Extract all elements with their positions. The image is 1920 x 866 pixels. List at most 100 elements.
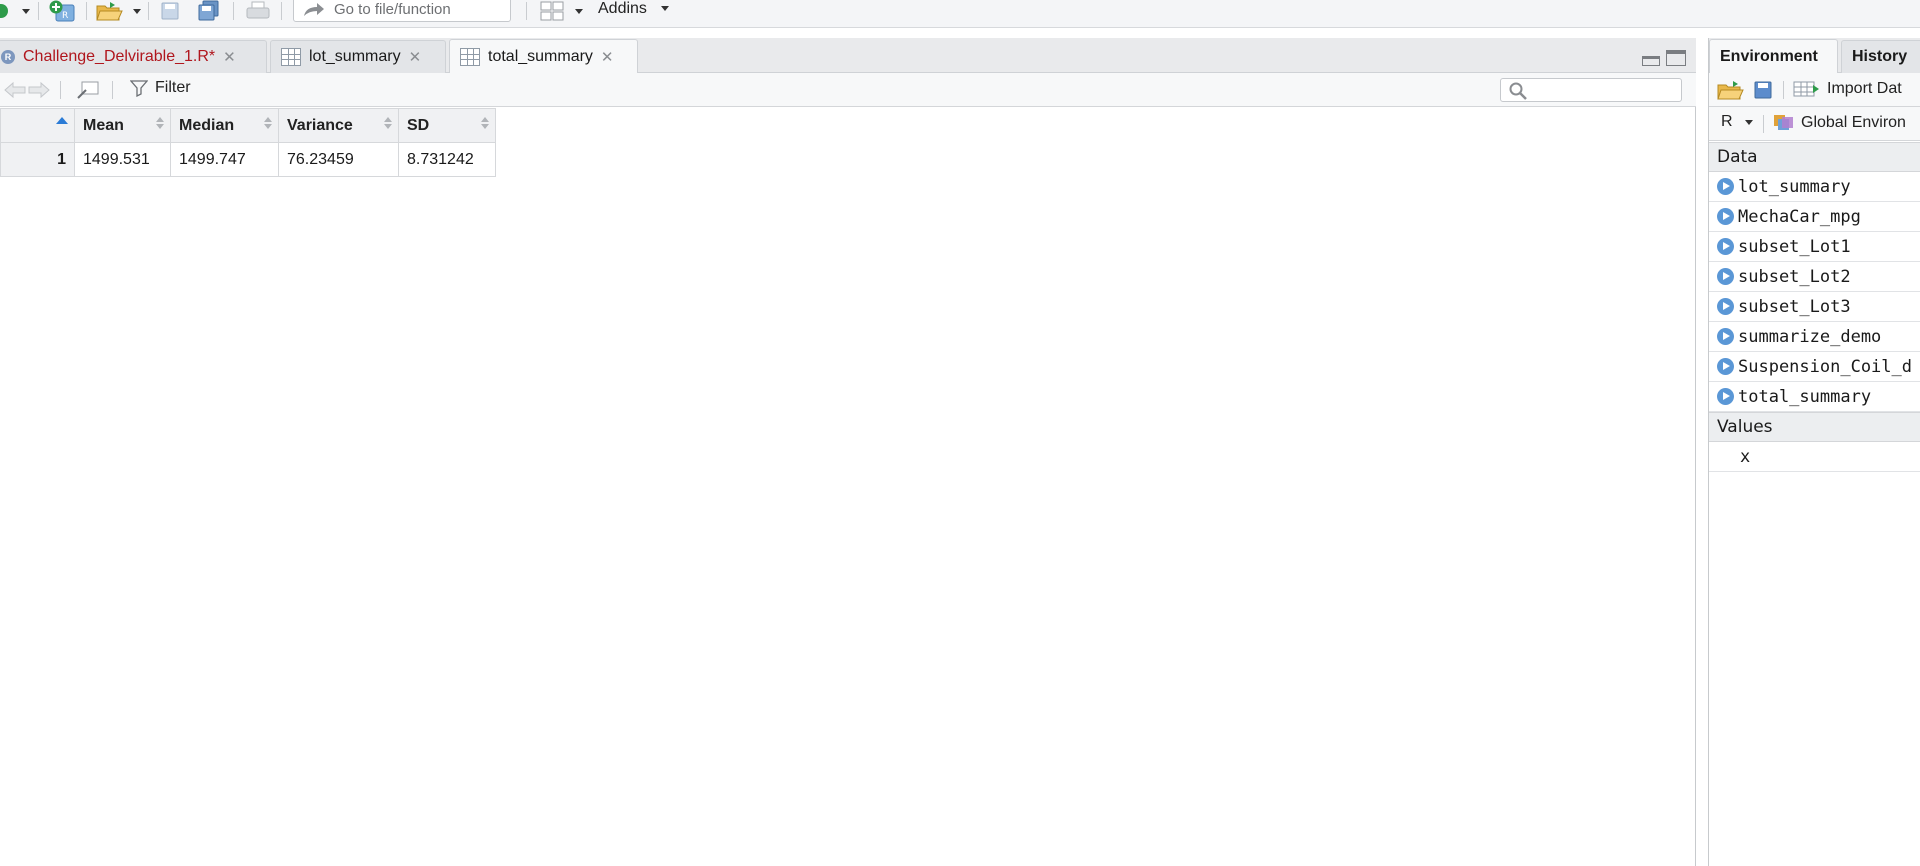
source-tab-bar: R Challenge_Delvirable_1.R* ✕ lot_summar… [0,38,1696,74]
table-cell[interactable]: 76.23459 [278,142,399,177]
addins-menu[interactable]: Addins [598,0,670,18]
expand-data-icon[interactable] [1717,298,1734,315]
close-icon[interactable]: ✕ [601,48,614,66]
values-section-header: Values [1709,412,1920,442]
table-search-input[interactable] [1500,78,1682,102]
save-all-icon [198,0,219,21]
data-section-header: Data [1709,142,1920,172]
chevron-down-icon [575,8,583,14]
tab-total-summary[interactable]: total_summary ✕ [449,39,638,74]
environment-data-item[interactable]: lot_summary [1709,172,1920,202]
expand-data-icon[interactable] [1717,328,1734,345]
environment-data-item[interactable]: total_summary [1709,382,1920,412]
environment-data-item[interactable]: subset_Lot1 [1709,232,1920,262]
open-file-button[interactable] [96,0,124,22]
environment-scope-dropdown[interactable]: Global Environ [1773,113,1906,133]
expand-data-icon[interactable] [1717,208,1734,225]
data-item-name: subset_Lot1 [1738,236,1851,257]
r-file-icon: R [1,50,15,64]
new-file-button[interactable] [0,0,8,22]
minimize-pane-icon[interactable] [1642,56,1660,66]
sort-icon [384,117,392,131]
toolbar-divider [281,2,282,20]
value-item-name: x [1740,446,1751,467]
tab-lot-summary[interactable]: lot_summary ✕ [270,40,446,73]
open-folder-icon [96,2,123,21]
environment-toolbar: Import Dat [1709,73,1920,107]
data-item-name: subset_Lot2 [1738,266,1851,287]
new-project-button[interactable]: R [48,0,78,22]
toolbar-divider [1783,81,1784,99]
tab-environment[interactable]: Environment [1709,39,1838,74]
table-cell[interactable]: 8.731242 [398,142,496,177]
back-arrow-icon[interactable] [4,81,26,99]
maximize-pane-icon[interactable] [1666,50,1686,66]
column-header[interactable]: Variance [278,108,399,143]
column-header[interactable]: SD [398,108,496,143]
table-cell[interactable]: 1499.531 [74,142,171,177]
column-label: Variance [287,116,353,134]
sort-icon [156,117,164,131]
tab-label: total_summary [488,48,593,65]
tab-label: lot_summary [309,48,401,65]
close-icon[interactable]: ✕ [223,48,236,66]
expand-data-icon[interactable] [1717,388,1734,405]
expand-data-icon[interactable] [1717,268,1734,285]
goto-file-function-input[interactable]: Go to file/function [293,0,511,22]
print-button[interactable] [246,0,270,22]
new-file-dropdown[interactable] [22,0,30,22]
layout-dropdown[interactable] [575,0,583,22]
tab-history[interactable]: History [1841,40,1920,73]
tab-label: Challenge_Delvirable_1.R* [23,48,216,65]
language-selector[interactable]: R [1721,113,1753,131]
save-workspace-icon[interactable] [1753,80,1773,100]
column-header[interactable]: Mean [74,108,171,143]
chevron-down-icon [22,8,30,14]
print-icon [246,1,270,19]
row-number-header[interactable] [0,108,75,143]
expand-data-icon[interactable] [1717,238,1734,255]
environment-data-item[interactable]: Suspension_Coil_d [1709,352,1920,382]
table-header-row: Mean Median Variance SD [0,108,496,143]
column-header[interactable]: Median [170,108,279,143]
save-button[interactable] [160,0,180,22]
environment-data-item[interactable]: subset_Lot3 [1709,292,1920,322]
expand-data-icon[interactable] [1717,178,1734,195]
goto-placeholder: Go to file/function [334,0,451,18]
environment-data-item[interactable]: subset_Lot2 [1709,262,1920,292]
table-icon [460,48,480,66]
import-dataset-button[interactable]: Import Dat [1793,79,1902,99]
search-icon [1509,82,1527,100]
language-label: R [1721,113,1733,130]
environment-data-item[interactable]: summarize_demo [1709,322,1920,352]
environment-value-item[interactable]: x [1709,442,1920,472]
environment-tab-bar: Environment History [1709,38,1920,74]
environment-data-item[interactable]: MechaCar_mpg [1709,202,1920,232]
data-item-name: MechaCar_mpg [1738,206,1861,227]
filter-button[interactable]: Filter [130,79,191,97]
toolbar-divider [38,2,39,20]
svg-text:R: R [62,11,68,21]
toolbar-divider [148,2,149,20]
pane-layout-icon [540,1,564,21]
toolbar-divider [1763,115,1764,133]
save-icon [161,2,179,20]
source-pane: R Challenge_Delvirable_1.R* ✕ lot_summar… [0,38,1696,866]
popout-icon[interactable] [76,81,100,99]
chevron-down-icon [133,8,141,14]
load-workspace-icon[interactable] [1717,80,1745,100]
tab-challenge-script[interactable]: R Challenge_Delvirable_1.R* ✕ [0,40,267,73]
main-toolbar: R Go to file/function Addins [0,0,1920,28]
filter-icon [130,80,148,97]
layout-button[interactable] [540,0,564,22]
table-cell[interactable]: 1499.747 [170,142,279,177]
expand-data-icon[interactable] [1717,358,1734,375]
close-icon[interactable]: ✕ [409,48,422,66]
sort-icon [264,117,272,131]
data-viewer-toolbar: Filter [0,73,1696,107]
pane-window-controls [1642,50,1686,66]
open-file-dropdown[interactable] [133,0,141,22]
data-table: Mean Median Variance SD 1 1499.531 1499.… [0,108,496,177]
save-all-button[interactable] [197,0,221,22]
forward-arrow-icon[interactable] [28,81,50,99]
